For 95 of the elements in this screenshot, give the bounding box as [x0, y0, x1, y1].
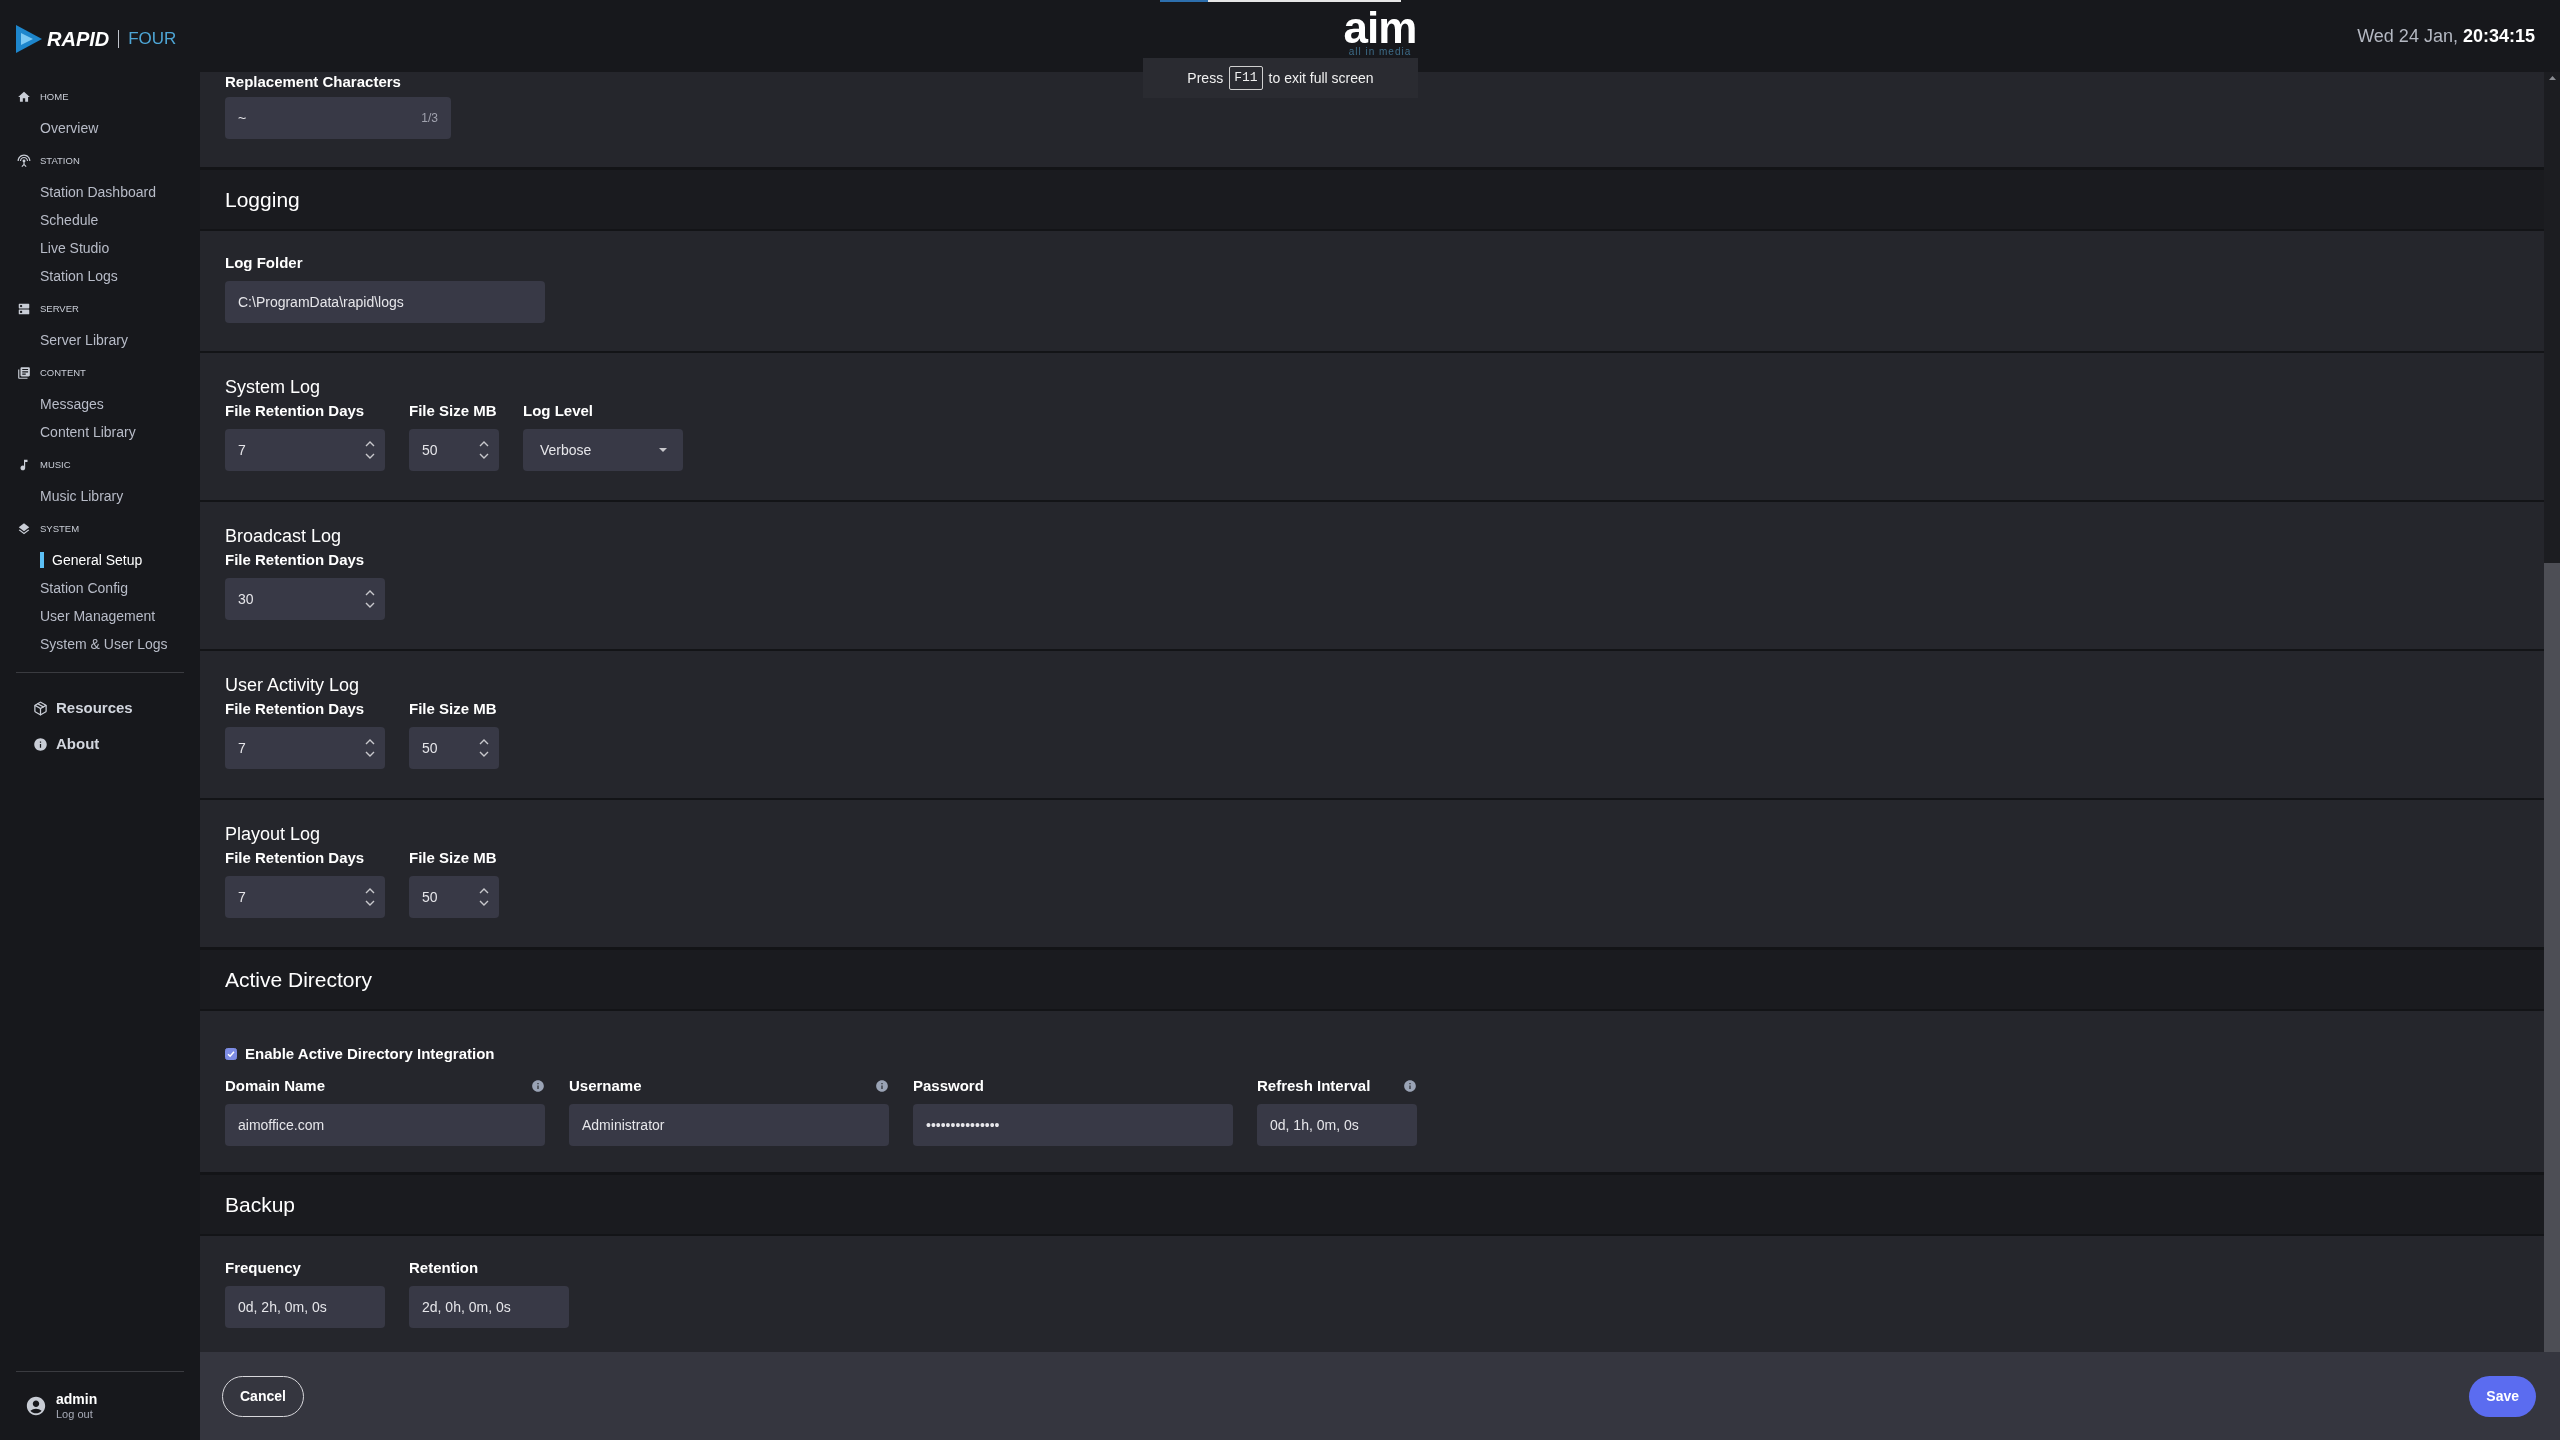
nav-group-label: STATION [40, 155, 80, 167]
number-field[interactable]: 50 [409, 876, 499, 918]
sidebar-link[interactable]: Resources [33, 696, 133, 720]
field-label: File Retention Days [225, 401, 365, 421]
user-name: admin [56, 1391, 98, 1407]
brand-edition: FOUR [128, 28, 177, 50]
info-icon [33, 736, 48, 752]
field-label: Domain Name [225, 1076, 326, 1096]
dropdown[interactable]: Verbose [523, 429, 683, 471]
library-icon [17, 366, 31, 380]
field-label: Refresh Interval [1257, 1076, 1371, 1096]
field-label: Log Folder [225, 253, 303, 273]
stepper-icon[interactable] [479, 440, 489, 460]
field-label: File Retention Days [225, 848, 365, 868]
nav-item[interactable]: Music Library [40, 488, 124, 504]
nav-item[interactable]: Schedule [40, 212, 99, 228]
duration-field[interactable]: 2d, 0h, 0m, 0s [409, 1286, 569, 1328]
logo-text: aim [1343, 10, 1417, 46]
logo-tagline: all in media [1348, 46, 1412, 58]
play-logo-icon [15, 24, 43, 54]
brand-name: RAPID [47, 27, 110, 51]
nav-item[interactable]: Station Logs [40, 268, 118, 284]
stepper-icon[interactable] [365, 887, 375, 907]
sidebar-link[interactable]: About [33, 732, 100, 756]
logout-link[interactable]: Log out [56, 1407, 98, 1421]
nav-item[interactable]: Server Library [40, 332, 128, 348]
number-field[interactable]: 30 [225, 578, 385, 620]
duration-field[interactable]: 0d, 2h, 0m, 0s [225, 1286, 385, 1328]
field-label: Log Level [523, 401, 593, 421]
toast-text: to exit full screen [1268, 68, 1374, 88]
field-label: Frequency [225, 1258, 301, 1278]
field-label: Retention [409, 1258, 479, 1278]
package-icon [33, 700, 48, 716]
caret-down-icon [659, 448, 667, 452]
field-label: File Size MB [409, 401, 497, 421]
field-label: File Retention Days [225, 699, 365, 719]
nav-item[interactable]: Messages [40, 396, 104, 412]
scroll-up-arrow-icon[interactable] [2548, 76, 2556, 80]
user-avatar-icon [25, 1395, 47, 1417]
nav-group-label: HOME [40, 91, 69, 103]
subsection-title: System Log [225, 376, 322, 399]
stepper-icon[interactable] [479, 738, 489, 758]
duration-field[interactable]: 0d, 1h, 0m, 0s [1257, 1104, 1417, 1146]
field-label: Username [569, 1076, 642, 1096]
field-label: Password [913, 1076, 984, 1096]
date-text: Wed 24 Jan, [2357, 26, 2458, 46]
checkbox-label: Enable Active Directory Integration [245, 1044, 495, 1064]
number-field[interactable]: 7 [225, 429, 385, 471]
nav-group-label: MUSIC [40, 459, 71, 471]
nav-item[interactable]: Overview [40, 120, 99, 136]
text-field[interactable]: C:\ProgramData\rapid\logs [225, 281, 545, 323]
field-label: File Size MB [409, 699, 497, 719]
section-title: Active Directory [225, 966, 373, 993]
nav-item[interactable]: General Setup [40, 552, 143, 568]
section-title: Backup [225, 1191, 296, 1218]
section-title: Logging [225, 186, 300, 213]
server-icon [17, 302, 31, 316]
field-label: File Retention Days [225, 550, 365, 570]
scrollbar[interactable] [2544, 72, 2560, 1352]
scrollbar-thumb[interactable] [2544, 563, 2560, 1352]
nav-item[interactable]: Live Studio [40, 240, 110, 256]
text-field[interactable]: aimoffice.com [225, 1104, 545, 1146]
time-text: 20:34:15 [2462, 26, 2535, 46]
nav-group-label: CONTENT [40, 367, 86, 379]
nav-item[interactable]: System & User Logs [40, 636, 168, 652]
field-label: File Size MB [409, 848, 497, 868]
nav-item[interactable]: User Management [40, 608, 156, 624]
nav-item[interactable]: Content Library [40, 424, 136, 440]
checkbox[interactable] [225, 1048, 237, 1060]
field-label: Replacement Characters [225, 72, 401, 92]
stepper-icon[interactable] [365, 589, 375, 609]
subsection-title: User Activity Log [225, 674, 361, 697]
password-field[interactable]: ••••••••••••••• [913, 1104, 1233, 1146]
stepper-icon[interactable] [479, 887, 489, 907]
number-field[interactable]: 7 [225, 876, 385, 918]
home-icon [17, 90, 31, 104]
layers-icon [17, 522, 31, 536]
stepper-icon[interactable] [365, 738, 375, 758]
nav-group-label: SERVER [40, 303, 79, 315]
key-cap: F11 [1229, 66, 1263, 90]
antenna-icon [17, 154, 31, 168]
number-field[interactable]: 50 [409, 429, 499, 471]
stepper-icon[interactable] [365, 440, 375, 460]
text-field[interactable]: Administrator [569, 1104, 889, 1146]
number-field[interactable]: 50 [409, 727, 499, 769]
nav-group-label: SYSTEM [40, 523, 80, 535]
nav-item[interactable]: Station Dashboard [40, 184, 156, 200]
subsection-title: Broadcast Log [225, 525, 343, 548]
subsection-title: Playout Log [225, 823, 322, 846]
toast-text: Press [1187, 68, 1224, 88]
character-counter: 1/3 [421, 110, 438, 127]
text-field[interactable]: ~ 1/3 [225, 97, 451, 139]
save-button[interactable]: Save [2469, 1375, 2536, 1417]
number-field[interactable]: 7 [225, 727, 385, 769]
nav-item[interactable]: Station Config [40, 580, 128, 596]
